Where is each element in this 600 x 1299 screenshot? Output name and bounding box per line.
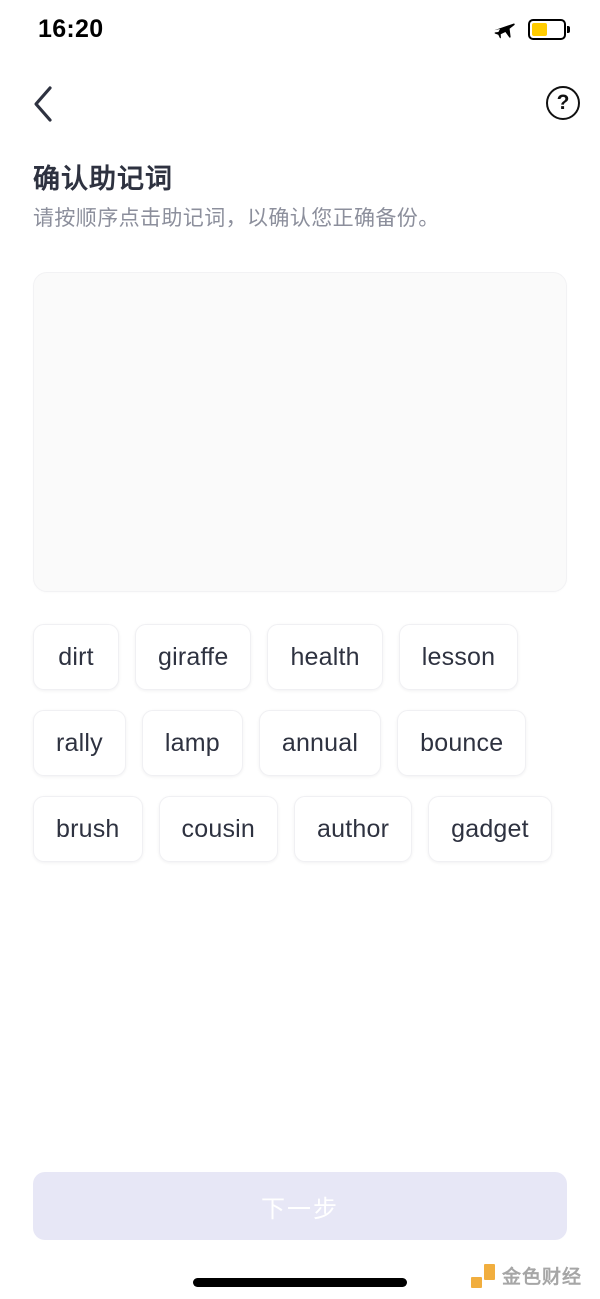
word-chip[interactable]: gadget [428, 796, 552, 862]
jinse-logo-icon [470, 1263, 495, 1288]
word-chip[interactable]: annual [258, 710, 382, 776]
logo-square-right [483, 1263, 495, 1280]
selected-word-list [34, 273, 566, 309]
logo-square-left [470, 1276, 482, 1288]
word-chip[interactable]: bounce [397, 710, 527, 776]
status-bar: 16:20 [0, 0, 600, 58]
selected-mnemonic-dropzone[interactable] [33, 272, 567, 592]
watermark-text: 金色财经 [501, 1267, 582, 1288]
airplane-mode-icon [494, 23, 515, 39]
word-chip[interactable]: brush [33, 796, 143, 862]
status-bar-indicators [492, 18, 570, 40]
word-chip[interactable]: health [267, 624, 383, 690]
home-indicator [193, 1278, 407, 1287]
word-chip[interactable]: lesson [398, 624, 519, 690]
next-button[interactable]: 下一步 [33, 1172, 567, 1240]
status-bar-time: 16:20 [38, 14, 104, 43]
watermark: 金色财经 [470, 1262, 582, 1289]
word-chip[interactable]: rally [33, 710, 126, 776]
battery-cap [567, 25, 570, 33]
word-chip[interactable]: giraffe [135, 624, 252, 690]
page-subtitle: 请按顺序点击助记词，以确认您正确备份。 [33, 207, 440, 230]
battery-fill [532, 22, 547, 36]
chevron-left-icon [34, 86, 52, 122]
navigation-bar: ? [0, 78, 600, 132]
battery-low-power-icon [528, 18, 570, 40]
help-button[interactable]: ? [544, 84, 582, 122]
word-bank: dirt giraffe health lesson rally lamp annual bo… [33, 624, 567, 862]
page-title: 确认助记词 [33, 164, 173, 194]
back-button[interactable] [18, 78, 70, 130]
word-chip[interactable]: cousin [158, 796, 279, 862]
word-chip[interactable]: dirt [33, 624, 119, 690]
word-chip[interactable]: lamp [141, 710, 243, 776]
word-chip[interactable]: author [294, 796, 413, 862]
question-mark-circle-icon: ? [546, 86, 580, 120]
